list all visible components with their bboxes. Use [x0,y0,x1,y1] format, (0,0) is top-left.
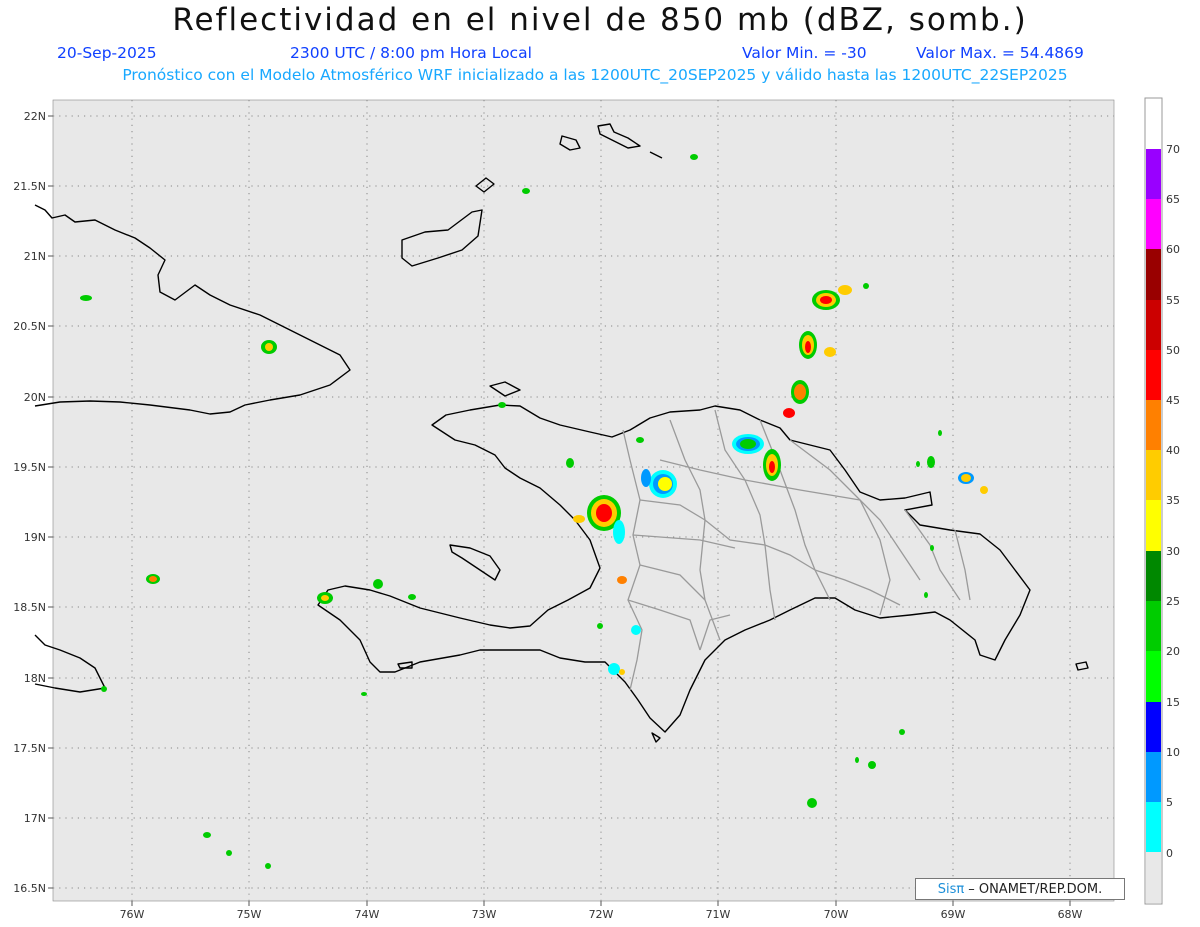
colorbar-label: 60 [1166,243,1180,256]
lat-label: 16.5N [13,882,46,895]
colorbar-label: 70 [1166,143,1180,156]
map-background [52,99,1115,902]
colorbar-label: 35 [1166,494,1180,507]
colorbar-label: 65 [1166,193,1180,206]
lon-label: 71W [706,908,731,921]
lon-label: 76W [120,908,145,921]
lat-label: 22N [24,110,46,123]
colorbar-label: 55 [1166,294,1180,307]
colorbar-label: 10 [1166,746,1180,759]
lat-label: 20N [24,391,46,404]
map-canvas: 22N 21.5N 21N 20.5N 20N 19.5N 19N 18.5N … [13,97,1180,921]
colorbar-label: 30 [1166,545,1180,558]
colorbar-label: 40 [1166,444,1180,457]
lon-label: 73W [472,908,497,921]
lon-label: 72W [589,908,614,921]
lon-label: 68W [1058,908,1083,921]
lon-label: 69W [941,908,966,921]
lat-label: 20.5N [13,320,46,333]
colorbar-label: 5 [1166,796,1173,809]
colorbar-label: 0 [1166,847,1173,860]
lat-label: 19N [24,531,46,544]
colorbar-label: 45 [1166,394,1180,407]
brand-logo: Sisπ [937,881,965,897]
lat-label: 18.5N [13,601,46,614]
lon-label: 75W [237,908,262,921]
latitude-labels: 22N 21.5N 21N 20.5N 20N 19.5N 19N 18.5N … [13,110,46,895]
longitude-labels: 76W 75W 74W 73W 72W 71W 70W 69W 68W [120,908,1083,921]
lat-label: 19.5N [13,461,46,474]
lon-label: 70W [824,908,849,921]
lon-label: 74W [355,908,380,921]
credit-box: Sisπ – ONAMET/REP.DOM. [915,878,1125,900]
lat-label: 18N [24,672,46,685]
credit-text: – ONAMET/REP.DOM. [968,881,1103,897]
lat-label: 17N [24,812,46,825]
lat-label: 21N [24,250,46,263]
lat-label: 21.5N [13,180,46,193]
lat-label: 17.5N [13,742,46,755]
colorbar-label: 15 [1166,696,1180,709]
colorbar-label: 20 [1166,645,1180,658]
colorbar: 0 5 10 15 20 25 30 35 40 45 50 55 60 65 … [1144,97,1180,905]
colorbar-label: 25 [1166,595,1180,608]
colorbar-label: 50 [1166,344,1180,357]
